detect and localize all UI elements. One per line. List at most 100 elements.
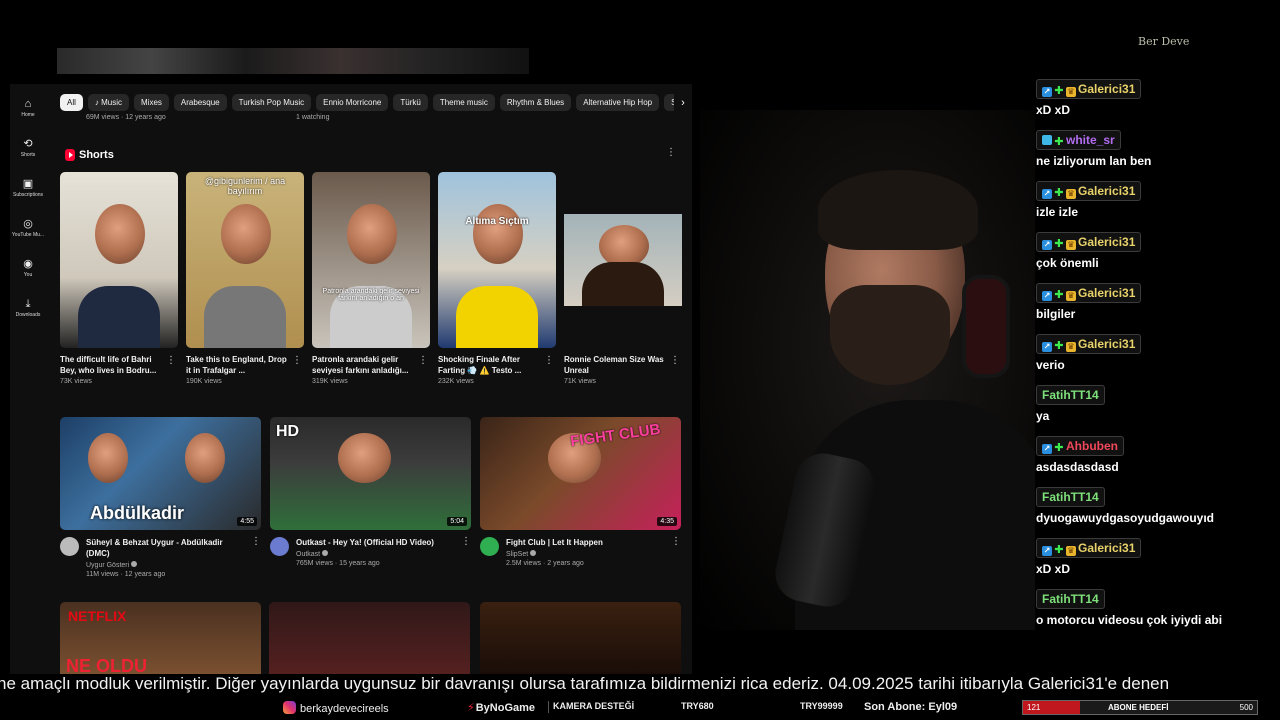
chat-username-pill[interactable]: ↗ ✚ ♛ Galerici31 — [1036, 79, 1142, 99]
more-vert-icon[interactable]: ⋮ — [251, 537, 261, 547]
donation-amount: TRY680 — [681, 701, 714, 711]
chat-message: ✚ white_sr ne izliyorum lan ben — [1036, 129, 1276, 180]
short-card[interactable]: @gibigunlerim / ana bayılırım Take this t… — [186, 172, 304, 385]
chip-filter[interactable]: Arabesque — [173, 94, 227, 111]
sidebar-item-music[interactable]: ◎ YouTube Mu... — [10, 218, 46, 238]
video-thumbnail[interactable] — [269, 602, 470, 674]
more-vert-icon[interactable]: ⋮ — [292, 356, 302, 366]
chat-username[interactable]: Galerici31 — [1078, 337, 1135, 351]
chat-username[interactable]: FatihTT14 — [1042, 592, 1099, 606]
short-title[interactable]: Ronnie Coleman Size Was Unreal — [564, 354, 668, 376]
short-title[interactable]: Take this to England, Drop it in Trafalg… — [186, 354, 290, 376]
short-thumbnail[interactable] — [60, 172, 178, 348]
chat-username[interactable]: white_sr — [1066, 133, 1115, 147]
video-thumbnail[interactable] — [480, 602, 681, 674]
video-thumbnail[interactable]: HD 5:04 — [270, 417, 471, 530]
chip-filter[interactable]: Alternative Hip Hop — [576, 94, 660, 111]
verified-icon — [530, 550, 537, 556]
sidebar-item-label: You — [23, 272, 33, 278]
chat-username[interactable]: FatihTT14 — [1042, 388, 1099, 402]
sidebar-item-label: Shorts — [20, 152, 36, 158]
channel-avatar[interactable] — [480, 537, 499, 556]
short-thumbnail[interactable]: @gibigunlerim / ana bayılırım — [186, 172, 304, 348]
more-vert-icon[interactable]: ⋮ — [670, 356, 680, 366]
sidebar-item-home[interactable]: ⌂ Home — [10, 98, 46, 118]
short-thumbnail[interactable]: Altıma Sıçtım — [438, 172, 556, 348]
more-vert-icon[interactable]: ⋮ — [666, 148, 676, 158]
short-thumbnail[interactable]: Patronla arandaki gelir seviyesi farkını… — [312, 172, 430, 348]
chip-filter[interactable]: Ennio Morricone — [316, 94, 389, 111]
verified-icon — [131, 561, 138, 567]
short-card[interactable]: The difficult life of Bahri Bey, who liv… — [60, 172, 178, 385]
video-duration: 4:55 — [237, 517, 257, 526]
short-title[interactable]: Patronla arandaki gelir seviyesi farkını… — [312, 354, 416, 376]
more-vert-icon[interactable]: ⋮ — [418, 356, 428, 366]
short-title[interactable]: Shocking Finale After Farting 💨 ⚠️ Testo… — [438, 354, 542, 376]
chat-message: ↗ ✚ ♛ Galerici31 bilgiler — [1036, 282, 1276, 333]
chat-username[interactable]: Galerici31 — [1078, 184, 1135, 198]
chat-username[interactable]: FatihTT14 — [1042, 490, 1099, 504]
chat-username[interactable]: Galerici31 — [1078, 286, 1135, 300]
plus-badge-icon: ✚ — [1054, 238, 1064, 250]
plus-badge-icon: ✚ — [1054, 136, 1064, 148]
chat-username-pill[interactable]: FatihTT14 — [1036, 385, 1105, 405]
moderator-badge-icon: ↗ — [1042, 342, 1052, 352]
sidebar-item-download[interactable]: ⤓ Downloads — [10, 298, 46, 318]
chip-filter[interactable]: ♪ Music — [87, 94, 130, 111]
short-card[interactable]: Altıma Sıçtım Shocking Finale After Farti… — [438, 172, 556, 385]
chip-filter[interactable]: Mixes — [134, 94, 169, 111]
chat-username-pill[interactable]: ↗ ✚ ♛ Galerici31 — [1036, 232, 1142, 252]
chat-username-pill[interactable]: ✚ white_sr — [1036, 130, 1121, 150]
channel-avatar[interactable] — [270, 537, 289, 556]
chat-username-pill[interactable]: ↗ ✚ ♛ Galerici31 — [1036, 538, 1142, 558]
chat-username[interactable]: Galerici31 — [1078, 541, 1135, 555]
chip-filter[interactable]: Turkish Pop Music — [231, 94, 312, 111]
short-card[interactable]: Patronla arandaki gelir seviyesi farkını… — [312, 172, 430, 385]
video-card[interactable]: FIGHT CLUB 4:35 Fight Club | Let It Happen… — [480, 417, 681, 585]
more-vert-icon[interactable]: ⋮ — [166, 356, 176, 366]
chevron-right-icon[interactable]: › — [674, 94, 692, 112]
camera-support: KAMERA DESTEĞİ — [553, 701, 635, 711]
sidebar-item-user[interactable]: ◉ You — [10, 258, 46, 278]
chat-username[interactable]: Ahbuben — [1066, 439, 1118, 453]
more-vert-icon[interactable]: ⋮ — [461, 537, 471, 547]
person-shirt — [203, 286, 287, 348]
video-card[interactable]: Abdülkadir 4:55 Süheyl & Behzat Uygur - Ab… — [60, 417, 261, 585]
chip-filter[interactable]: Rhythm & Blues — [499, 94, 572, 111]
short-title[interactable]: The difficult life of Bahri Bey, who liv… — [60, 354, 164, 376]
chip-filter[interactable]: Türkü — [393, 94, 428, 111]
chat-username-pill[interactable]: FatihTT14 — [1036, 487, 1105, 507]
channel-name[interactable]: SlipSet — [506, 550, 681, 558]
chat-username-pill[interactable]: ↗ ✚ ♛ Galerici31 — [1036, 181, 1142, 201]
chat-message-text: dyuogawuydgasoyudgawouyıd — [1036, 511, 1215, 525]
short-thumbnail[interactable] — [564, 172, 682, 348]
chip-filter[interactable]: Theme music — [432, 94, 495, 111]
channel-name[interactable]: Outkast — [296, 550, 471, 558]
channel-avatar[interactable] — [60, 537, 79, 556]
video-title[interactable]: Outkast - Hey Ya! (Official HD Video) — [296, 537, 456, 548]
chat-username-pill[interactable]: ↗ ✚ Ahbuben — [1036, 436, 1124, 456]
last-subscriber: Son Abone: Eyl09 — [864, 701, 958, 713]
chat-username-pill[interactable]: ↗ ✚ ♛ Galerici31 — [1036, 334, 1142, 354]
short-card[interactable]: Ronnie Coleman Size Was Unreal 71K views ⋮ — [564, 172, 682, 385]
channel-name[interactable]: Uygur Gösteri — [86, 561, 261, 569]
chat-username[interactable]: Galerici31 — [1078, 82, 1135, 96]
crown-badge-icon: ♛ — [1066, 189, 1076, 199]
video-thumbnail[interactable]: Abdülkadir 4:55 — [60, 417, 261, 530]
webcam-feed — [700, 110, 1035, 630]
video-thumbnail[interactable]: FIGHT CLUB 4:35 — [480, 417, 681, 530]
plus-badge-icon: ✚ — [1054, 442, 1064, 454]
chat-username[interactable]: Galerici31 — [1078, 235, 1135, 249]
chat-username-pill[interactable]: ↗ ✚ ♛ Galerici31 — [1036, 283, 1142, 303]
chip-filter[interactable]: All — [60, 94, 83, 111]
chat-username-pill[interactable]: FatihTT14 — [1036, 589, 1105, 609]
video-title[interactable]: Süheyl & Behzat Uygur - Abdülkadir (DMC) — [86, 537, 246, 559]
more-vert-icon[interactable]: ⋮ — [544, 356, 554, 366]
more-vert-icon[interactable]: ⋮ — [671, 537, 681, 547]
donation-top: TRY99999 — [800, 701, 843, 711]
sidebar-item-subscriptions[interactable]: ▣ Subscriptions — [10, 178, 46, 198]
sidebar-item-shorts[interactable]: ⟲ Shorts — [10, 138, 46, 158]
video-thumbnail[interactable]: NETFLIX NE OLDU — [60, 602, 261, 674]
video-title[interactable]: Fight Club | Let It Happen — [506, 537, 666, 548]
video-card[interactable]: HD 5:04 Outkast - Hey Ya! (Official HD Vid… — [270, 417, 471, 585]
